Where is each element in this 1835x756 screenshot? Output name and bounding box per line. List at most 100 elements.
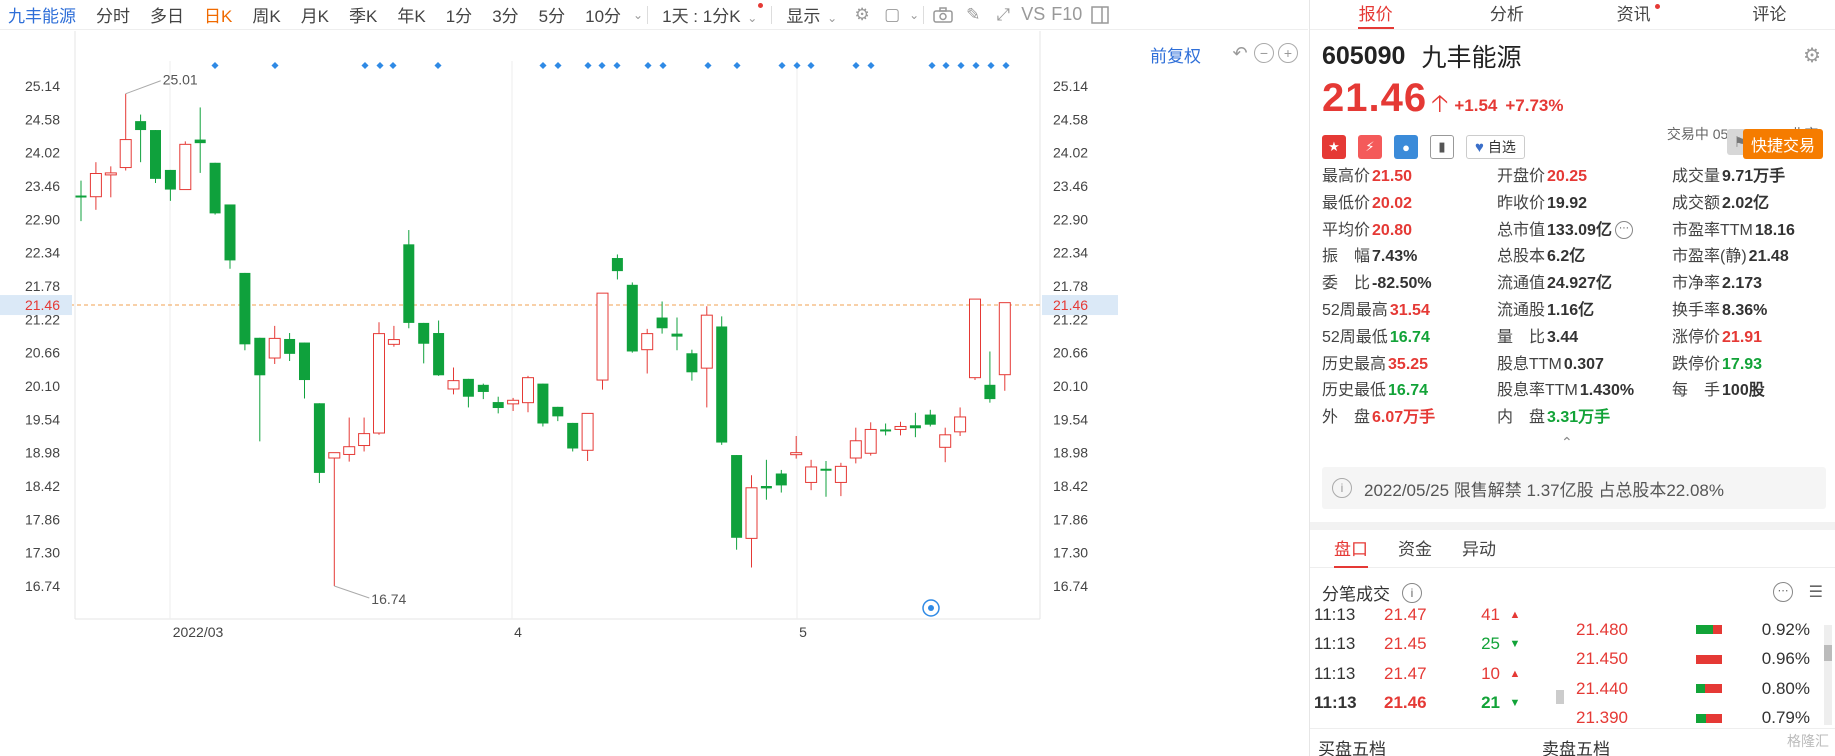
y-tick-label-right: 17.86	[1053, 511, 1088, 527]
y-tick-label-right: 16.74	[1053, 578, 1088, 594]
color-square-icon[interactable]: ▢	[879, 2, 905, 28]
event-marker	[361, 61, 369, 70]
tab-quote[interactable]: 报价	[1310, 0, 1441, 29]
event-marker	[271, 61, 279, 70]
period-tab-5min[interactable]: 5分	[529, 2, 575, 27]
y-tick-label-right: 21.78	[1053, 278, 1088, 294]
kline-chart[interactable]: 25.14 25.14 24.58 24.58 24.02 24.02 23.46 23.46…	[0, 31, 1308, 756]
distribution-scroll-thumb[interactable]	[1824, 645, 1832, 661]
quote-field: 历史最高 35.25	[1322, 352, 1497, 379]
candle-body-down	[760, 486, 772, 489]
candle-body-down	[611, 258, 623, 272]
zoom-in-icon[interactable]: +	[1278, 43, 1298, 63]
period-tab-monthly[interactable]: 月K	[291, 2, 339, 27]
quote-field: 振 幅 7.43%	[1322, 244, 1497, 271]
distribution-pct: 0.79%	[1761, 708, 1810, 727]
y-tick-label-left: 22.34	[25, 245, 60, 261]
event-marker	[733, 61, 741, 70]
pencil-icon[interactable]: ✎	[960, 2, 986, 28]
sliders-icon[interactable]: ☰	[1809, 582, 1823, 602]
period-tab-10min[interactable]: 10分	[575, 2, 631, 27]
period-tab-intraday[interactable]: 分时	[86, 2, 140, 27]
china-flag-icon[interactable]: ★	[1322, 135, 1346, 159]
y-tick-label-left: 21.78	[25, 278, 60, 294]
quote-field-value: 18.16	[1754, 221, 1795, 239]
compare-vs-button[interactable]: VS	[1018, 4, 1048, 25]
chevron-down-icon[interactable]: ⌄	[633, 8, 643, 22]
period-tab-yearly[interactable]: 年K	[387, 2, 435, 27]
candle-body-up	[894, 425, 907, 430]
f10-button[interactable]: F10	[1048, 4, 1085, 25]
kline-svg[interactable]: 25.14 25.14 24.58 24.58 24.02 24.02 23.46 23.46…	[0, 31, 1308, 756]
y-tick-label-left: 17.86	[25, 511, 60, 527]
settings-gear-icon[interactable]: ⚙	[849, 2, 875, 28]
tick-row: 11:13 21.47 41 ▲	[1314, 600, 1554, 630]
lightning-icon[interactable]: ⚡	[1358, 135, 1382, 159]
quote-field-label: 昨收价	[1497, 194, 1546, 212]
gear-icon[interactable]: ⚙	[1803, 43, 1821, 68]
chevron-down-icon[interactable]: ⌄	[909, 8, 919, 22]
period-tab-3min[interactable]: 3分	[482, 2, 528, 27]
bookmark-icon[interactable]: ▮	[1430, 135, 1454, 159]
candle-body-down	[150, 130, 161, 179]
event-marker	[957, 61, 965, 70]
tab-comments[interactable]: 评论	[1704, 0, 1835, 29]
tab-orderbook[interactable]: 盘口	[1334, 532, 1368, 568]
period-tab-weekly[interactable]: 周K	[242, 2, 290, 27]
candle-body-up	[700, 314, 713, 369]
quote-field-value: 100股	[1722, 382, 1765, 400]
tick-scrollbar[interactable]	[1556, 690, 1564, 704]
y-tick-label-left: 24.58	[25, 111, 60, 127]
tag-icon[interactable]: ●	[1394, 135, 1418, 159]
forward-adjust-button[interactable]: 前复权	[1150, 42, 1201, 67]
tick-time: 11:13	[1314, 634, 1356, 654]
chevron-up-icon[interactable]: ⌃	[1561, 434, 1573, 451]
distribution-row: 21.440 0.80%	[1572, 674, 1818, 704]
candle-body-down	[284, 338, 296, 354]
tab-fund-flow[interactable]: 资金	[1398, 532, 1432, 568]
candle-body-down	[194, 139, 206, 144]
tab-unusual[interactable]: 异动	[1462, 532, 1496, 568]
event-marker	[972, 61, 980, 70]
quick-trade-button[interactable]: 快捷交易	[1742, 129, 1823, 159]
y-tick-label-left: 20.66	[25, 345, 60, 361]
range-select[interactable]: 1天 : 1分K ⌄	[652, 2, 767, 27]
price-change: +1.54	[1454, 96, 1498, 115]
display-menu[interactable]: 显示 ⌄	[776, 2, 847, 27]
candle-body-up	[596, 292, 609, 381]
quote-field-label: 平均价	[1322, 221, 1371, 239]
candle-body-down	[403, 244, 415, 323]
tab-news[interactable]: 资讯	[1573, 0, 1704, 29]
price-distribution[interactable]: 21.480 0.92% 21.450 0.96% 21.440 0.80% 21.390 0…	[1572, 615, 1818, 727]
add-watchlist-button[interactable]: ♥ 自选	[1466, 135, 1525, 159]
stock-name-link[interactable]: 九丰能源	[0, 2, 86, 27]
fullscreen-icon[interactable]: ⤢	[990, 2, 1016, 28]
reset-icon[interactable]: ↶	[1230, 43, 1250, 63]
price-tag-right: 21.46	[1053, 297, 1088, 313]
period-tab-daily[interactable]: 日K	[194, 2, 242, 27]
distribution-scrollbar[interactable]	[1824, 625, 1832, 725]
low-annotation-label: 16.74	[371, 591, 406, 607]
quote-field: 52周最高 31.54	[1322, 298, 1497, 325]
tab-analysis[interactable]: 分析	[1441, 0, 1572, 29]
last-price: 21.46	[1322, 76, 1428, 120]
distribution-pct: 0.80%	[1761, 678, 1810, 698]
y-tick-label-left: 22.90	[25, 211, 60, 227]
quote-field: 昨收价 19.92	[1497, 191, 1672, 218]
sidebar-toggle-icon[interactable]	[1087, 2, 1113, 28]
quote-field-label: 历史最高	[1322, 355, 1387, 373]
period-tab-multiday[interactable]: 多日	[140, 2, 194, 27]
event-marker	[1002, 61, 1010, 70]
heart-icon: ♥	[1475, 138, 1484, 156]
period-tab-1min[interactable]: 1分	[436, 2, 482, 27]
more-icon[interactable]: ⋯	[1614, 221, 1633, 240]
camera-icon[interactable]	[930, 2, 956, 28]
more-icon[interactable]: ⋯	[1773, 582, 1793, 602]
tick-list[interactable]: 11:13 21.47 41 ▲ 11:13 21.45 25 ▼ 11:13 21.47 10 ▲ 1…	[1314, 600, 1554, 720]
distribution-bar-sell	[1696, 654, 1722, 664]
zoom-out-icon[interactable]: −	[1254, 43, 1274, 63]
distribution-row: 21.450 0.96%	[1572, 645, 1818, 675]
quote-field-label: 涨停价	[1672, 328, 1721, 346]
period-tab-quarterly[interactable]: 季K	[339, 2, 387, 27]
arrow-up-icon: 🡡	[1431, 90, 1449, 117]
